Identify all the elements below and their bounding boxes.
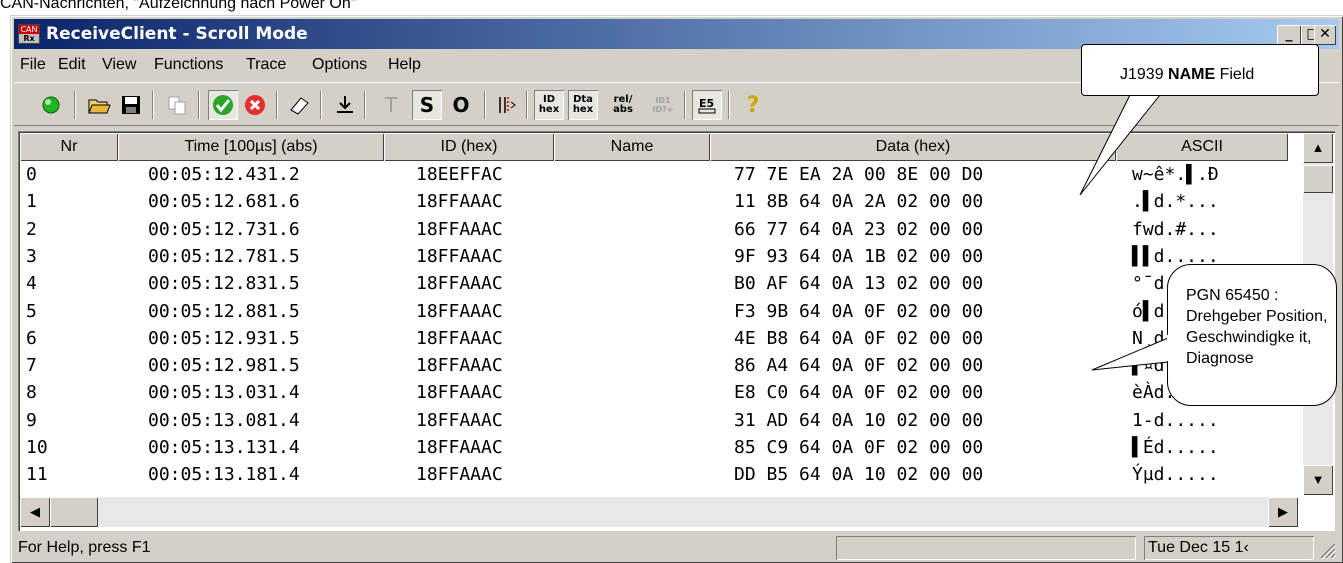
name-field-callout-suffix: Field [1215, 66, 1255, 83]
name-field-callout: J1939 NAME Field [1081, 44, 1319, 96]
name-field-callout-prefix: J1939 [1120, 66, 1169, 83]
callout-joint [1167, 335, 1171, 361]
name-field-callout-bold: NAME [1168, 66, 1216, 83]
pgn-callout: PGN 65450 : Drehgeber Position, Geschwin… [1167, 264, 1337, 406]
